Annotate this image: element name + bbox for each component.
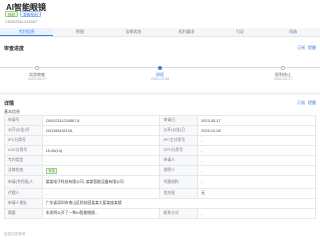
section-divider <box>0 92 320 95</box>
field-label: 代理机构 <box>159 175 199 189</box>
subscribe-button[interactable]: 订阅 <box>297 45 305 51</box>
field-value: - <box>41 188 161 199</box>
table-row: IPC分类号 - IPC主分类号 - <box>4 135 316 146</box>
tab-citations[interactable]: 引证 <box>213 28 266 36</box>
field-label: 专利类型 <box>4 155 43 166</box>
field-label: 申请号 <box>4 115 43 126</box>
applicant-link[interactable]: 某某电子科技有限公司; 某某智能设备有限公司 <box>41 175 161 189</box>
timeline-dot <box>281 65 285 70</box>
field-label: 联系方式 <box>159 208 199 219</box>
table-row: LOC分类号 15-06(14) CPC分类号 - <box>4 145 316 156</box>
field-label: 公开(公告)日 <box>159 125 199 136</box>
details-title: 详情 <box>4 101 15 107</box>
status-tag: 授权 <box>5 11 19 17</box>
timeline-title: 审查进度 <box>4 46 25 52</box>
tab-figures[interactable]: 附图 <box>53 28 106 36</box>
field-value: 2023-05-17 <box>197 115 316 126</box>
table-row: 专利类型 - 申请人 - <box>4 155 316 166</box>
tab-family[interactable]: 同族 <box>267 28 320 36</box>
patent-id: CN202311234567 <box>5 19 38 24</box>
field-label: 申请人 <box>159 155 199 166</box>
timeline-actions: 订阅 提醒 <box>297 45 316 51</box>
field-value: - <box>41 155 161 166</box>
tab-legal-status[interactable]: 法律状态 <box>107 28 160 36</box>
field-label: 优先权 <box>159 188 199 199</box>
table-row: 公开(公告)号 CN116543210A 公开(公告)日 2023-12-08 <box>4 125 316 136</box>
field-value: CN116543210A <box>41 125 161 136</box>
field-label: 法律状态 <box>4 165 43 176</box>
field-value: 15-06(14) <box>41 145 161 156</box>
table-row: 法律状态 有效 发明人 - <box>4 165 316 176</box>
field-value: - <box>197 175 316 189</box>
field-value: - <box>197 135 316 146</box>
field-value: - <box>197 165 316 176</box>
field-value: - <box>197 208 316 219</box>
field-value: 广东省深圳市南山区科技园某某大厦某座某楼 <box>41 198 317 209</box>
field-label: IPC主分类号 <box>159 135 199 146</box>
field-value: - <box>41 135 161 146</box>
valid-status-badge: 有效 <box>45 167 58 174</box>
footer-note: 信息仅供参考 <box>4 232 26 236</box>
subscribe-button[interactable]: 订阅 <box>297 100 305 106</box>
field-value: 无 <box>197 188 316 199</box>
table-row: 代理人 - 优先权 无 <box>4 188 316 199</box>
table-row: 申请号 CN202311234567.8 申请日 2023-05-17 <box>4 115 316 126</box>
details-actions: 订阅 提醒 <box>297 100 316 106</box>
type-tag: 发明专利 <box>20 11 41 17</box>
table-row: 申请(专利权)人 某某电子科技有限公司; 某某智能设备有限公司 代理机构 - <box>4 175 316 189</box>
field-label: 申请(专利权)人 <box>4 175 43 189</box>
table-row: 申请人地址 广东省深圳市南山区科技园某某大厦某座某楼 <box>4 198 317 209</box>
timeline-step-date: 2043-05-17 <box>273 77 293 81</box>
field-label: 申请人地址 <box>4 198 43 209</box>
tab-bar: 专利信息 附图 法律状态 权利要求 引证 同族 <box>0 28 320 37</box>
field-value: - <box>197 145 316 156</box>
timeline-step-date: 2023-05-17 <box>27 77 47 81</box>
abstract-link[interactable]: 本发明公开了一种AI智能眼镜... <box>41 208 161 219</box>
tab-claims[interactable]: 权利要求 <box>160 28 213 36</box>
field-label: 发明人 <box>159 165 199 176</box>
field-label: LOC分类号 <box>4 145 43 156</box>
field-label: 申请日 <box>159 115 199 126</box>
tag-group: 授权 发明专利 <box>5 11 41 17</box>
remind-button[interactable]: 提醒 <box>308 45 316 51</box>
field-label: 代理人 <box>4 188 43 199</box>
field-label: CPC分类号 <box>159 145 199 156</box>
progress-timeline: 实质审查 2023-05-17 授权 2023-12-08 权利终止 2043-… <box>0 56 320 86</box>
field-label: IPC分类号 <box>4 135 43 146</box>
field-label: 摘要 <box>4 208 43 219</box>
field-value: 2023-12-08 <box>197 125 316 136</box>
field-label: 公开(公告)号 <box>4 125 43 136</box>
timeline-step-date: 2023-12-08 <box>150 77 170 81</box>
timeline-dot <box>35 65 39 70</box>
field-value: 有效 <box>41 165 161 176</box>
remind-button[interactable]: 提醒 <box>308 100 316 106</box>
tab-patent-info[interactable]: 专利信息 <box>0 28 54 36</box>
field-value: - <box>197 155 316 166</box>
field-value: CN202311234567.8 <box>41 115 161 126</box>
table-row: 摘要 本发明公开了一种AI智能眼镜... 联系方式 - <box>4 208 316 219</box>
info-table: 申请号 CN202311234567.8 申请日 2023-05-17 公开(公… <box>4 115 317 219</box>
timeline-dot-active <box>158 65 162 70</box>
